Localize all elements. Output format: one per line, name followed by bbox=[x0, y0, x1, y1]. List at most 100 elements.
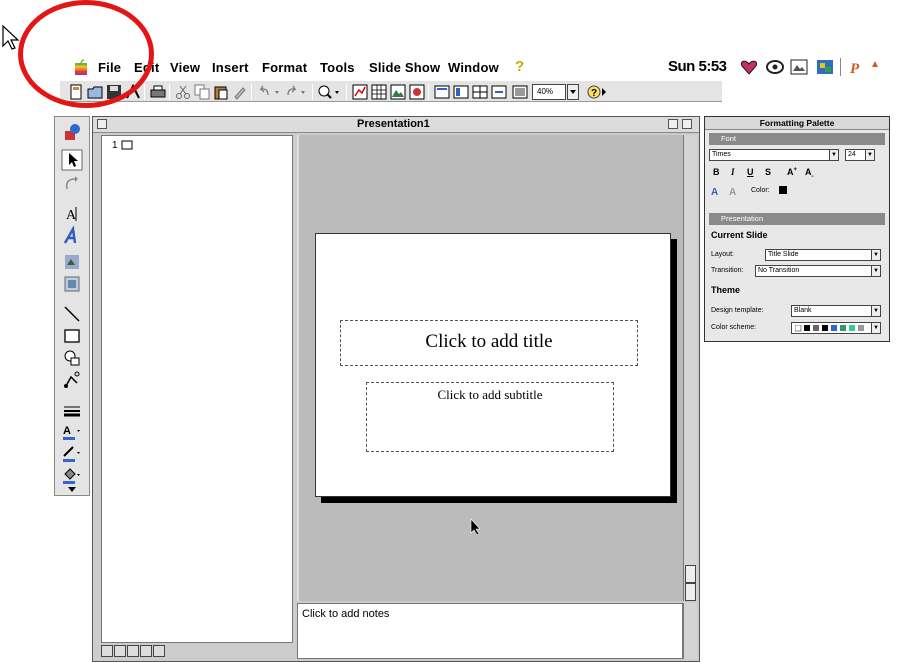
chevron-down-icon: ▼ bbox=[865, 149, 875, 161]
more-tools-icon[interactable] bbox=[61, 483, 83, 495]
copy-icon[interactable] bbox=[194, 84, 210, 100]
select-arrow-icon[interactable] bbox=[61, 149, 83, 171]
zoom-dropdown-icon[interactable] bbox=[567, 84, 579, 100]
undo-icon[interactable] bbox=[256, 84, 282, 100]
notes-scrollbar[interactable] bbox=[683, 603, 697, 659]
toolbar-separator bbox=[312, 84, 313, 100]
close-box-icon[interactable] bbox=[97, 119, 107, 129]
vertical-scrollbar[interactable] bbox=[683, 135, 697, 601]
wordart-icon[interactable] bbox=[61, 225, 83, 247]
slide-sorter-icon[interactable] bbox=[472, 84, 488, 100]
layout-select[interactable]: Title Slide ▼ bbox=[765, 249, 881, 261]
format-painter-icon[interactable] bbox=[232, 84, 248, 100]
shadow-button[interactable]: S bbox=[765, 167, 771, 177]
slide-show-view-icon[interactable] bbox=[153, 645, 165, 657]
menu-slide-show[interactable]: Slide Show bbox=[369, 60, 440, 75]
slide-canvas[interactable]: Click to add title Click to add subtitle bbox=[315, 233, 671, 497]
chevron-down-icon: ▼ bbox=[871, 249, 881, 261]
text-box-icon[interactable]: A bbox=[61, 203, 83, 225]
theme-heading: Theme bbox=[711, 285, 741, 295]
search-icon[interactable] bbox=[317, 84, 343, 100]
print-icon[interactable] bbox=[150, 84, 166, 100]
insert-table-icon[interactable] bbox=[371, 84, 387, 100]
outline-pane[interactable]: 1 bbox=[101, 135, 293, 643]
color-scheme-select[interactable]: ▼ bbox=[791, 322, 881, 334]
font-name-select[interactable]: Times ▼ bbox=[709, 149, 839, 161]
expand-slide-icon[interactable] bbox=[491, 84, 507, 100]
subscript-button[interactable]: A- bbox=[805, 167, 814, 180]
slide-layout-icon[interactable] bbox=[453, 84, 469, 100]
menu-format[interactable]: Format bbox=[262, 60, 307, 75]
font-color-icon[interactable]: A bbox=[61, 421, 83, 443]
bold-button[interactable]: B bbox=[713, 167, 720, 177]
font-size-select[interactable]: 24 ▼ bbox=[845, 149, 875, 161]
toolbar-separator bbox=[428, 84, 429, 100]
slide-view-icon[interactable] bbox=[127, 645, 139, 657]
chevron-down-icon: ▼ bbox=[829, 149, 839, 161]
collapse-box-icon[interactable] bbox=[682, 119, 692, 129]
heart-extension-icon[interactable] bbox=[740, 59, 758, 75]
menu-divider bbox=[840, 58, 841, 76]
subtitle-placeholder[interactable]: Click to add subtitle bbox=[366, 382, 614, 452]
menu-clock[interactable]: Sun 5:53 bbox=[668, 58, 727, 75]
view-buttons bbox=[101, 645, 293, 659]
title-placeholder[interactable]: Click to add title bbox=[340, 320, 638, 366]
transition-label: Transition: bbox=[711, 267, 744, 274]
transition-select[interactable]: No Transition ▼ bbox=[755, 265, 881, 277]
slide-pane[interactable]: Click to add title Click to add subtitle bbox=[297, 135, 683, 601]
cut-icon[interactable] bbox=[175, 84, 191, 100]
line-color-icon[interactable] bbox=[61, 443, 83, 465]
notes-pane[interactable]: Click to add notes bbox=[297, 603, 683, 659]
menu-window[interactable]: Window bbox=[448, 60, 499, 75]
svg-text:A: A bbox=[63, 425, 71, 437]
grayscale-view-icon[interactable] bbox=[512, 84, 528, 100]
zoom-field[interactable]: 40% bbox=[532, 84, 566, 100]
line-tool-icon[interactable] bbox=[61, 303, 83, 325]
draw-menu-icon[interactable] bbox=[61, 121, 83, 143]
office-assistant-icon[interactable]: ? bbox=[586, 84, 608, 100]
superscript-button[interactable]: A+ bbox=[787, 167, 797, 177]
italic-button[interactable]: I bbox=[731, 167, 735, 177]
window-titlebar[interactable]: Presentation1 bbox=[93, 117, 699, 133]
toolbar-separator bbox=[251, 84, 252, 100]
slide-sorter-view-icon[interactable] bbox=[140, 645, 152, 657]
underline-button[interactable]: U bbox=[747, 167, 754, 177]
paste-icon[interactable] bbox=[213, 84, 229, 100]
palette-title[interactable]: Formatting Palette bbox=[705, 117, 889, 130]
menu-insert[interactable]: Insert bbox=[212, 60, 249, 75]
text-color-icon[interactable]: A bbox=[711, 185, 725, 197]
presentation-section-header[interactable]: Presentation bbox=[709, 213, 885, 225]
free-rotate-icon[interactable] bbox=[61, 173, 83, 195]
powerpoint-app-icon[interactable]: P bbox=[848, 59, 866, 75]
insert-clipart-tool-icon[interactable] bbox=[61, 251, 83, 273]
font-section-header[interactable]: Font bbox=[709, 133, 885, 145]
insert-picture-icon[interactable] bbox=[390, 84, 406, 100]
insert-chart-icon[interactable] bbox=[352, 84, 368, 100]
monitor-extension-icon[interactable] bbox=[766, 59, 784, 75]
design-template-select[interactable]: Blank ▼ bbox=[791, 305, 881, 317]
highlight-icon[interactable]: A bbox=[729, 185, 743, 197]
application-extension-icon[interactable] bbox=[816, 59, 834, 75]
color-swatch[interactable] bbox=[779, 186, 787, 194]
new-slide-icon[interactable] bbox=[434, 84, 450, 100]
menu-view[interactable]: View bbox=[170, 60, 200, 75]
redo-icon[interactable] bbox=[284, 84, 310, 100]
connector-tool-icon[interactable] bbox=[61, 369, 83, 391]
normal-view-icon[interactable] bbox=[101, 645, 113, 657]
rectangle-tool-icon[interactable] bbox=[61, 325, 83, 347]
previous-slide-icon[interactable] bbox=[685, 565, 696, 583]
chevron-down-icon: ▼ bbox=[871, 305, 881, 317]
image-extension-icon[interactable] bbox=[790, 59, 808, 75]
color-label: Color: bbox=[751, 187, 770, 194]
insert-picture-tool-icon[interactable] bbox=[61, 273, 83, 295]
help-menu[interactable]: ? bbox=[515, 58, 524, 75]
autoshapes-icon[interactable] bbox=[61, 347, 83, 369]
menu-tools[interactable]: Tools bbox=[320, 60, 355, 75]
outline-view-icon[interactable] bbox=[114, 645, 126, 657]
layout-label: Layout: bbox=[711, 251, 734, 258]
zoom-box-icon[interactable] bbox=[668, 119, 678, 129]
insert-clipart-icon[interactable] bbox=[409, 84, 425, 100]
slide-icon[interactable] bbox=[121, 140, 133, 150]
line-style-icon[interactable] bbox=[61, 399, 83, 421]
next-slide-icon[interactable] bbox=[685, 583, 696, 601]
